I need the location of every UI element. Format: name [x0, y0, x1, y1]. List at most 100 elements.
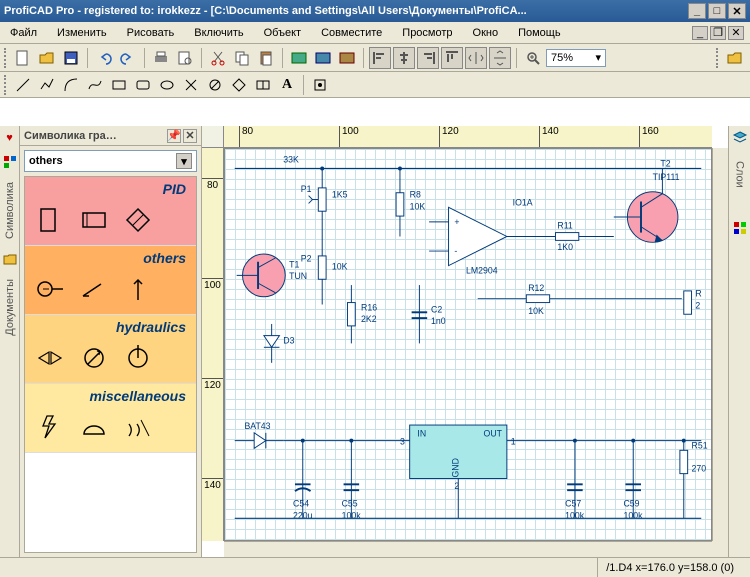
svg-text:+: + [454, 217, 459, 227]
rect-tool-icon[interactable] [108, 74, 130, 96]
hyd-symbol-3-icon[interactable] [123, 343, 153, 373]
misc-symbol-3-icon[interactable] [123, 412, 153, 442]
save-icon[interactable] [60, 47, 82, 69]
mdi-minimize[interactable]: _ [692, 26, 708, 40]
ellipse-tool-icon[interactable] [156, 74, 178, 96]
heart-icon[interactable]: ♥ [2, 130, 18, 146]
svg-text:C57: C57 [565, 499, 581, 509]
symbols-tab-label[interactable]: Символика [4, 178, 16, 243]
text-tool-icon[interactable]: A [276, 74, 298, 96]
status-coords: /1.D4 x=176.0 y=158.0 (0) [597, 558, 742, 577]
ruler-horizontal[interactable]: 80 100 120 140 160 180 [224, 126, 712, 148]
folder-icon[interactable] [724, 47, 746, 69]
menu-object[interactable]: Объект [260, 25, 305, 41]
print-icon[interactable] [150, 47, 172, 69]
circle-diag-tool-icon[interactable] [204, 74, 226, 96]
roundrect-tool-icon[interactable] [132, 74, 154, 96]
horizontal-scrollbar[interactable] [224, 541, 712, 557]
category-others[interactable]: others [25, 246, 196, 315]
undo-icon[interactable] [93, 47, 115, 69]
menu-align[interactable]: Совместите [317, 25, 386, 41]
svg-text:33K: 33K [283, 155, 299, 165]
panel-close-icon[interactable]: ✕ [183, 129, 197, 143]
new-icon[interactable] [12, 47, 34, 69]
hyd-symbol-2-icon[interactable] [79, 343, 109, 373]
align-top-icon[interactable] [441, 47, 463, 69]
paste-icon[interactable] [255, 47, 277, 69]
others-symbol-3-icon[interactable] [123, 274, 153, 304]
pid-symbol-1-icon[interactable] [35, 205, 65, 235]
svg-text:1K5: 1K5 [332, 190, 348, 200]
ruler-vertical[interactable]: 80 100 120 140 [202, 148, 224, 541]
category-combo[interactable]: others ▾ [24, 150, 197, 172]
menubar: Файл Изменить Рисовать Включить Объект С… [0, 22, 750, 44]
category-miscellaneous[interactable]: miscellaneous [25, 384, 196, 453]
svg-text:D3: D3 [283, 335, 294, 345]
chevron-down-icon: ▾ [176, 153, 192, 169]
misc-symbol-1-icon[interactable] [35, 412, 65, 442]
svg-text:R: R [695, 289, 701, 299]
pid-symbol-2-icon[interactable] [79, 205, 109, 235]
insert-image1-icon[interactable] [288, 47, 310, 69]
flip-v-icon[interactable] [489, 47, 511, 69]
zoom-combo[interactable]: 75% ▾ [546, 49, 606, 67]
align-center-h-icon[interactable] [393, 47, 415, 69]
arc-tool-icon[interactable] [60, 74, 82, 96]
svg-text:C2: C2 [431, 304, 442, 314]
minimize-button[interactable]: _ [688, 3, 706, 19]
documents-tab-label[interactable]: Документы [4, 275, 16, 340]
vertical-scrollbar[interactable] [712, 148, 728, 541]
diamond-tool-icon[interactable] [228, 74, 250, 96]
palette-icon[interactable] [732, 220, 748, 239]
svg-text:R16: R16 [361, 302, 377, 312]
mdi-close[interactable]: ✕ [728, 26, 744, 40]
line-tool-icon[interactable] [12, 74, 34, 96]
schematic: 33K P1 1K5 R8 10K + - IO1A [225, 149, 711, 541]
maximize-button[interactable]: □ [708, 3, 726, 19]
svg-text:R8: R8 [410, 190, 421, 200]
category-pid[interactable]: PID [25, 177, 196, 246]
open-icon[interactable] [36, 47, 58, 69]
mdi-restore[interactable]: ❐ [710, 26, 726, 40]
menu-window[interactable]: Окно [469, 25, 503, 41]
print-preview-icon[interactable] [174, 47, 196, 69]
cross-tool-icon[interactable] [180, 74, 202, 96]
polyline-tool-icon[interactable] [36, 74, 58, 96]
rectplus-tool-icon[interactable] [252, 74, 274, 96]
menu-help[interactable]: Помощь [514, 25, 565, 41]
cut-icon[interactable] [207, 47, 229, 69]
misc-symbol-2-icon[interactable] [79, 412, 109, 442]
folder-tab-icon[interactable] [2, 251, 18, 267]
hyd-symbol-1-icon[interactable] [35, 343, 65, 373]
flip-h-icon[interactable] [465, 47, 487, 69]
pid-symbol-3-icon[interactable] [123, 205, 153, 235]
redo-icon[interactable] [117, 47, 139, 69]
main-toolbar: 75% ▾ [0, 44, 750, 72]
insert-image3-icon[interactable] [336, 47, 358, 69]
category-list[interactable]: PID others hydraulics [24, 176, 197, 553]
align-left-icon[interactable] [369, 47, 391, 69]
scroll-corner [712, 541, 728, 557]
others-symbol-1-icon[interactable] [35, 274, 65, 304]
symbols-tab-icon[interactable] [2, 154, 18, 170]
category-hydraulics[interactable]: hydraulics [25, 315, 196, 384]
zoom-icon[interactable] [522, 47, 544, 69]
menu-view[interactable]: Просмотр [398, 25, 456, 41]
layers-icon[interactable] [732, 130, 748, 149]
drawing-canvas[interactable]: 33K P1 1K5 R8 10K + - IO1A [224, 148, 712, 541]
junction-tool-icon[interactable] [309, 74, 331, 96]
spline-tool-icon[interactable] [84, 74, 106, 96]
copy-icon[interactable] [231, 47, 253, 69]
align-right-icon[interactable] [417, 47, 439, 69]
svg-text:10K: 10K [332, 262, 348, 272]
others-symbol-2-icon[interactable] [79, 274, 109, 304]
menu-draw[interactable]: Рисовать [123, 25, 179, 41]
pin-icon[interactable]: 📌 [167, 129, 181, 143]
close-button[interactable]: ✕ [728, 3, 746, 19]
insert-image2-icon[interactable] [312, 47, 334, 69]
menu-edit[interactable]: Изменить [53, 25, 111, 41]
layers-tab-label[interactable]: Слои [734, 157, 746, 192]
svg-text:2: 2 [695, 300, 700, 310]
menu-enable[interactable]: Включить [190, 25, 247, 41]
menu-file[interactable]: Файл [6, 25, 41, 41]
